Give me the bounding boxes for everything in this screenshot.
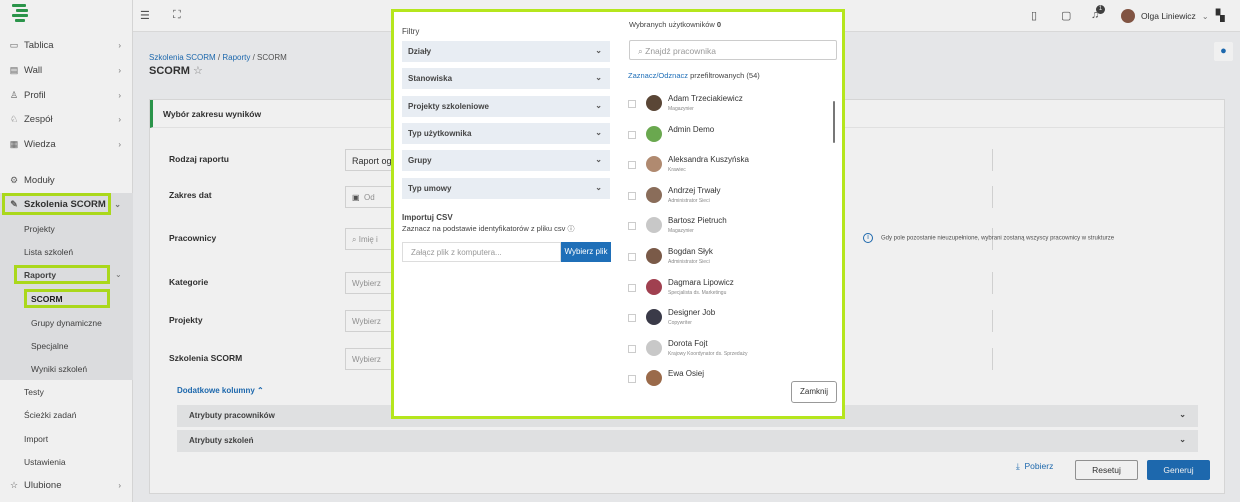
chevron-down-icon: ⌄	[595, 155, 602, 164]
avatar	[646, 309, 662, 326]
chevron-down-icon: ⌄	[595, 128, 602, 137]
user-role: Krajowy Koordynator ds. Sprzedaży	[668, 350, 748, 357]
avatar	[646, 370, 662, 387]
user-checkbox[interactable]	[628, 191, 636, 200]
chevron-down-icon: ⌄	[595, 183, 602, 192]
list-item[interactable]: Dorota Fojt Krajowy Koordynator ds. Sprze…	[628, 339, 828, 367]
csv-file-input[interactable]: Załącz plik z komputera...	[402, 242, 561, 262]
user-name: Bogdan Słyk	[668, 247, 713, 256]
list-item[interactable]: Bartosz Pietruch Magazynier	[628, 216, 828, 244]
chevron-down-icon: ⌄	[595, 73, 602, 82]
avatar	[646, 339, 662, 356]
filter-stanowiska[interactable]: Stanowiska ⌄	[402, 68, 610, 89]
user-role: Krawiec	[668, 167, 686, 174]
list-item[interactable]: Adam Trzeciakiewicz Magazynier	[628, 94, 828, 122]
selected-users-label: Wybranych użytkowników 0	[629, 20, 722, 29]
list-item[interactable]: Dagmara Lipowicz Specjalista ds. Marketin…	[628, 278, 828, 306]
filter-typ-uzytkownika[interactable]: Typ użytkownika ⌄	[402, 123, 610, 144]
select-all-row: Zaznacz/Odznacz przefiltrowanych (54)	[628, 71, 760, 80]
user-name: Dagmara Lipowicz	[668, 277, 734, 287]
user-name: Andrzej Trwały	[668, 185, 721, 195]
chevron-down-icon: ⌄	[595, 46, 602, 55]
search-icon: ⌕	[638, 46, 643, 56]
select-toggle-link[interactable]: Zaznacz/Odznacz	[628, 71, 688, 80]
user-role: Administrator Sieci	[668, 259, 710, 265]
user-role: Copywriter	[668, 320, 692, 327]
user-checkbox[interactable]	[628, 161, 636, 170]
user-checkbox[interactable]	[628, 283, 636, 292]
avatar	[646, 248, 662, 264]
list-item[interactable]: Aleksandra Kuszyńska Krawiec	[628, 155, 828, 183]
filter-grupy[interactable]: Grupy ⌄	[402, 150, 610, 171]
user-name: Admin Demo	[668, 124, 715, 134]
user-name: Dorota Fojt	[668, 338, 708, 348]
user-checkbox[interactable]	[628, 253, 636, 261]
avatar	[646, 156, 662, 173]
user-name: Bartosz Pietruch	[668, 216, 727, 226]
avatar	[646, 95, 662, 111]
info-icon: ⓘ	[567, 226, 575, 233]
list-item[interactable]: Andrzej Trwały Administrator Sieci	[628, 186, 828, 214]
user-checkbox[interactable]	[628, 344, 636, 353]
close-button[interactable]: Zamknij	[791, 381, 837, 403]
list-item[interactable]: Designer Job Copywriter	[628, 308, 828, 336]
avatar	[646, 217, 662, 234]
filter-dzialy[interactable]: Działy ⌄	[402, 41, 610, 62]
filter-projekty-szkoleniowe[interactable]: Projekty szkoleniowe ⌄	[402, 96, 610, 117]
user-role: Administrator Sieci	[668, 197, 710, 204]
user-name: Ewa Osiej	[668, 369, 705, 379]
user-checkbox[interactable]	[628, 100, 636, 108]
scrollbar[interactable]	[833, 101, 835, 143]
user-role: Magazynier	[668, 106, 694, 112]
employee-search-input[interactable]: ⌕ Znajdź pracownika	[629, 40, 837, 60]
user-role: Specjalista ds. Marketingu	[668, 289, 727, 296]
filters-title: Filtry	[402, 27, 420, 36]
user-checkbox[interactable]	[628, 314, 636, 323]
list-item[interactable]: Bogdan Słyk Administrator Sieci	[628, 247, 828, 275]
choose-file-button[interactable]: Wybierz plik	[561, 242, 611, 262]
user-name: Designer Job	[668, 308, 716, 318]
chevron-down-icon: ⌄	[595, 101, 602, 110]
list-item[interactable]: Admin Demo	[628, 125, 828, 153]
user-role: Magazynier	[668, 228, 694, 235]
avatar	[646, 125, 662, 142]
filter-typ-umowy[interactable]: Typ umowy ⌄	[402, 178, 610, 199]
user-checkbox[interactable]	[628, 375, 636, 384]
avatar	[646, 186, 662, 203]
import-csv-desc: Zaznacz na podstawie identyfikatorów z p…	[402, 224, 575, 233]
employee-select-modal: Filtry Działy ⌄ Stanowiska ⌄ Projekty szko…	[391, 9, 845, 419]
user-checkbox[interactable]	[628, 222, 636, 231]
user-checkbox[interactable]	[628, 130, 636, 139]
import-csv-title: Importuj CSV	[402, 213, 453, 222]
user-name: Aleksandra Kuszyńska	[668, 155, 749, 165]
user-name: Adam Trzeciakiewicz	[668, 94, 743, 103]
avatar	[646, 278, 662, 295]
